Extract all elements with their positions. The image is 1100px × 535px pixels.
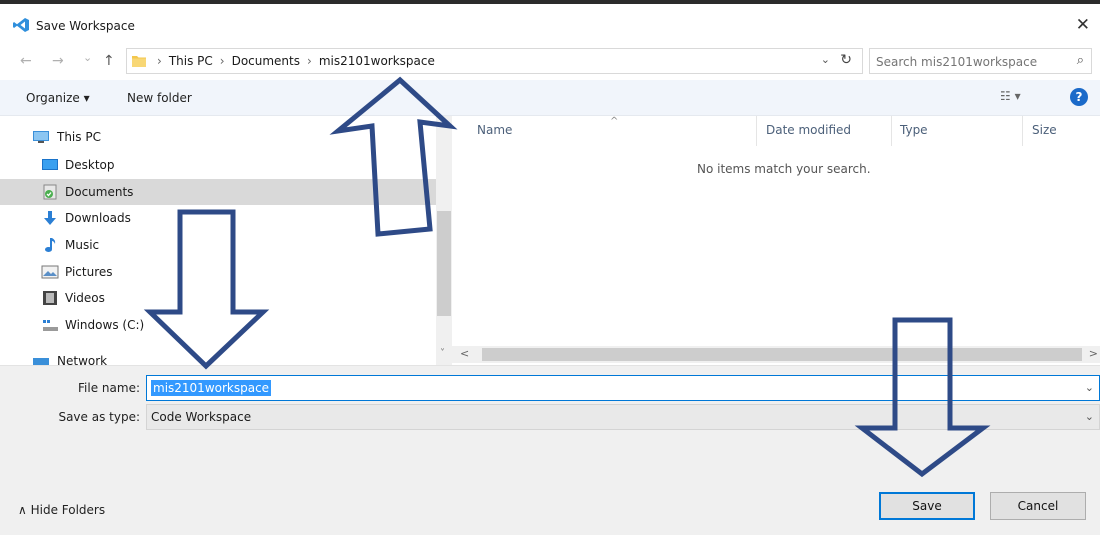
breadcrumb-separator[interactable]: › xyxy=(220,54,225,68)
save-type-value: Code Workspace xyxy=(151,410,252,424)
horizontal-scroll-thumb[interactable] xyxy=(482,348,1082,361)
save-form: File name: mis2101workspace ⌄ Save as ty… xyxy=(0,365,1100,535)
file-list: ^ Name Date modified Type Size No items … xyxy=(452,116,1100,365)
nav-item-desktop[interactable]: Desktop xyxy=(0,152,436,178)
file-name-label: File name: xyxy=(78,381,140,395)
cancel-button[interactable]: Cancel xyxy=(990,492,1086,520)
breadcrumb-separator[interactable]: › xyxy=(307,54,312,68)
window-title: Save Workspace xyxy=(36,19,135,33)
address-bar[interactable]: › This PC › Documents › mis2101workspace ⌄ ↻ xyxy=(126,48,863,74)
nav-scrollbar[interactable] xyxy=(436,116,452,365)
nav-item-label: Windows (C:) xyxy=(65,318,145,332)
videos-icon xyxy=(43,291,57,305)
forward-arrow-icon[interactable]: → xyxy=(52,53,64,69)
nav-item-label: Videos xyxy=(65,291,105,305)
search-icon[interactable]: ⌕ xyxy=(1077,53,1084,68)
pictures-icon xyxy=(41,265,59,279)
nav-item-downloads[interactable]: Downloads xyxy=(0,205,436,231)
back-arrow-icon[interactable]: ← xyxy=(20,53,32,69)
address-row: ← → ⌄ ↑ › This PC › Documents › mis2101worksp… xyxy=(0,45,1100,77)
scroll-left-icon[interactable]: < xyxy=(460,347,469,360)
column-header-name[interactable]: Name xyxy=(477,123,512,137)
nav-item-label: Downloads xyxy=(65,211,131,225)
column-divider[interactable] xyxy=(1022,116,1023,146)
nav-item-label: Desktop xyxy=(65,158,115,172)
folder-icon xyxy=(132,56,146,67)
nav-item-documents[interactable]: Documents xyxy=(0,179,436,205)
scroll-right-icon[interactable]: > xyxy=(1089,347,1098,360)
desktop-icon xyxy=(42,159,58,170)
nav-item-pictures[interactable]: Pictures xyxy=(0,259,436,285)
chevron-down-icon[interactable]: ⌄ xyxy=(1085,410,1094,423)
downloads-icon xyxy=(44,211,56,225)
breadcrumb-separator: › xyxy=(157,54,162,68)
column-divider[interactable] xyxy=(756,116,757,146)
command-bar: Organize ▾ New folder ☷ ▾ ? xyxy=(0,80,1100,116)
nav-item-this-pc[interactable]: This PC xyxy=(0,124,436,150)
file-name-value[interactable]: mis2101workspace xyxy=(151,380,272,396)
save-button[interactable]: Save xyxy=(879,492,975,520)
search-input[interactable] xyxy=(876,53,1061,71)
nav-item-label: This PC xyxy=(57,130,101,144)
search-box[interactable]: ⌕ xyxy=(869,48,1092,74)
column-header-date-modified[interactable]: Date modified xyxy=(766,123,851,137)
help-icon[interactable]: ? xyxy=(1070,88,1088,106)
network-icon xyxy=(33,358,49,365)
nav-item-label: Music xyxy=(65,238,100,252)
breadcrumb: › This PC › Documents › mis2101workspace xyxy=(157,54,435,68)
save-type-label: Save as type: xyxy=(58,410,140,424)
breadcrumb-this-pc[interactable]: This PC xyxy=(169,54,213,68)
save-type-select[interactable]: Code Workspace ⌄ xyxy=(146,404,1100,430)
column-header-size[interactable]: Size xyxy=(1032,123,1057,137)
address-dropdown-icon[interactable]: ⌄ xyxy=(821,53,830,66)
this-pc-icon xyxy=(33,131,49,143)
close-icon[interactable]: ✕ xyxy=(1076,15,1090,35)
drive-icon xyxy=(43,320,58,331)
breadcrumb-documents[interactable]: Documents xyxy=(232,54,300,68)
file-name-field[interactable]: mis2101workspace ⌄ xyxy=(146,375,1100,401)
organize-button[interactable]: Organize ▾ xyxy=(26,91,90,105)
hide-folders-button[interactable]: ∧ Hide Folders xyxy=(18,503,105,517)
horizontal-scrollbar[interactable]: < > xyxy=(452,346,1100,363)
nav-item-label: Network xyxy=(57,354,108,365)
view-options-icon[interactable]: ☷ ▾ xyxy=(1000,89,1021,103)
nav-item-videos[interactable]: Videos xyxy=(0,285,436,311)
new-folder-button[interactable]: New folder xyxy=(127,91,192,105)
recent-locations-icon[interactable]: ⌄ xyxy=(83,51,92,64)
nav-item-label: Documents xyxy=(65,185,134,199)
column-header-type[interactable]: Type xyxy=(900,123,928,137)
nav-scroll-thumb[interactable] xyxy=(437,211,451,316)
empty-message: No items match your search. xyxy=(697,162,871,176)
column-divider[interactable] xyxy=(891,116,892,146)
nav-item-label: Pictures xyxy=(65,265,113,279)
scroll-up-icon[interactable]: ˄ xyxy=(440,118,445,128)
nav-item-windows-c[interactable]: Windows (C:) xyxy=(0,312,436,338)
nav-item-music[interactable]: Music xyxy=(0,232,436,258)
refresh-icon[interactable]: ↻ xyxy=(840,52,852,68)
chevron-down-icon[interactable]: ⌄ xyxy=(1085,381,1094,394)
title-bar: Save Workspace ✕ xyxy=(0,0,1100,40)
navigation-pane: This PC Desktop Documents Downloads Musi… xyxy=(0,116,452,365)
documents-icon xyxy=(43,184,57,200)
up-arrow-icon[interactable]: ↑ xyxy=(103,53,115,69)
breadcrumb-mis2101workspace[interactable]: mis2101workspace xyxy=(319,54,435,68)
nav-item-network[interactable]: Network xyxy=(0,348,436,365)
sort-indicator-icon: ^ xyxy=(610,116,619,127)
vscode-icon xyxy=(13,18,29,32)
music-icon xyxy=(45,238,56,252)
scroll-down-icon[interactable]: ˅ xyxy=(440,348,445,359)
